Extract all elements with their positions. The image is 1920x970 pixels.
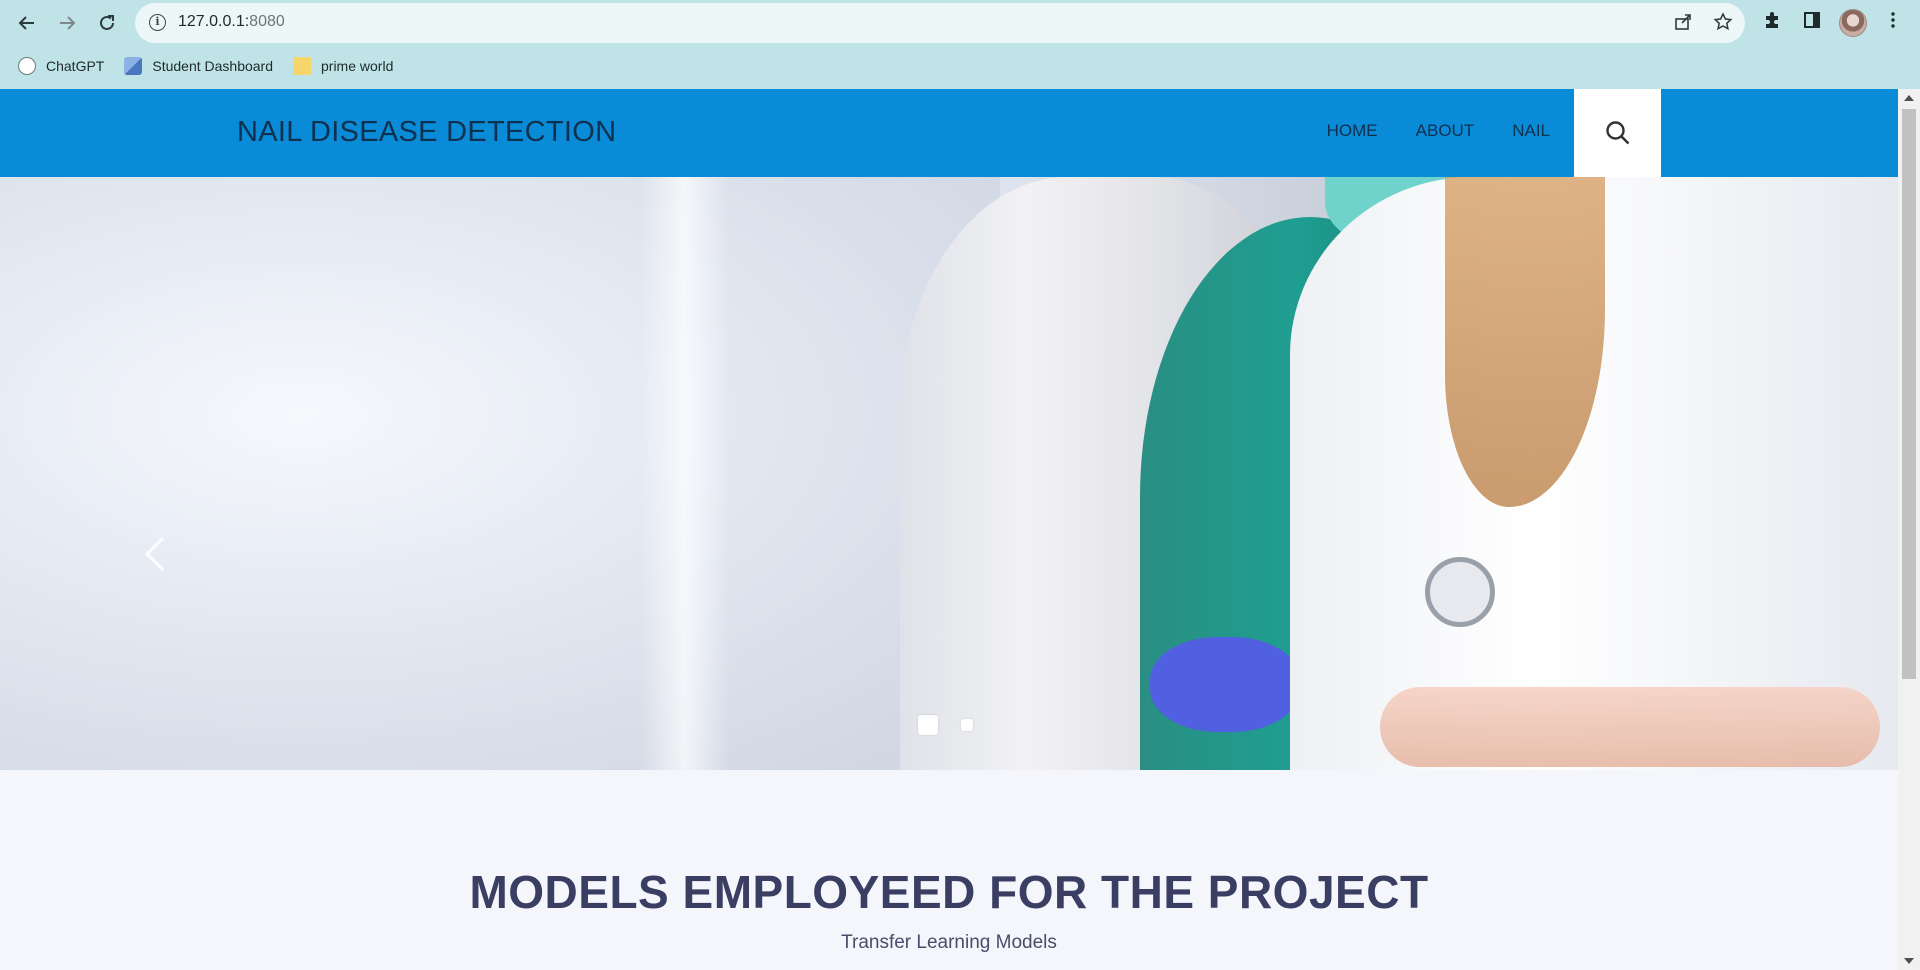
bookmark-label: ChatGPT [46,58,105,74]
site-info-icon[interactable]: i [149,14,166,31]
dashboard-icon [124,57,143,75]
url-host: 127.0.0.1: [178,13,250,30]
site-header: NAIL DISEASE DETECTION HOME ABOUT NAIL [0,89,1898,177]
nav-about[interactable]: ABOUT [1416,121,1475,141]
browser-chrome: i 127.0.0.1:8080 ChatGPT Student Dashboa… [0,0,1920,89]
extensions-icon[interactable] [1759,10,1785,36]
reload-icon[interactable] [93,9,121,37]
browser-toolbar: i 127.0.0.1:8080 [0,0,1920,45]
profile-avatar[interactable] [1839,9,1867,37]
kebab-menu-icon[interactable] [1880,10,1906,36]
bookmark-student-dashboard[interactable]: Student Dashboard [124,57,273,75]
url-port: 8080 [249,13,285,30]
forward-icon[interactable] [53,9,81,37]
site-brand[interactable]: NAIL DISEASE DETECTION [237,116,616,149]
hero-carousel [0,177,1898,770]
bookmarks-bar: ChatGPT Student Dashboard prime world [0,52,413,80]
carousel-indicators [918,715,996,735]
search-icon [1605,121,1629,145]
page-scrollbar[interactable] [1898,89,1920,970]
page-viewport: NAIL DISEASE DETECTION HOME ABOUT NAIL M… [0,89,1898,970]
url-text[interactable]: 127.0.0.1:8080 [178,13,285,31]
nav-nail[interactable]: NAIL [1512,121,1550,141]
section-title: MODELS EMPLOYEED FOR THE PROJECT [469,866,1429,918]
side-panel-icon[interactable] [1799,10,1825,36]
hero-light-streak [640,177,730,770]
carousel-dot-1[interactable] [918,715,938,735]
scroll-up-icon[interactable] [1904,95,1914,101]
bookmark-prime-world[interactable]: prime world [293,57,393,75]
main-menu: HOME ABOUT NAIL [1289,121,1550,141]
chatgpt-icon [18,57,36,75]
hero-stethoscope [1425,557,1495,627]
hero-background [0,177,1000,770]
scroll-down-icon[interactable] [1904,958,1914,964]
carousel-dot-2[interactable] [961,719,973,731]
section-subtitle: Transfer Learning Models [841,932,1057,953]
nav-home[interactable]: HOME [1327,121,1378,141]
bookmark-star-icon[interactable] [1711,12,1735,36]
search-button[interactable] [1574,89,1661,177]
address-bar[interactable]: i 127.0.0.1:8080 [135,3,1745,43]
scrollbar-thumb[interactable] [1902,109,1916,679]
back-icon[interactable] [13,9,41,37]
hero-glove [1150,637,1300,732]
bookmark-label: prime world [321,58,394,74]
bookmark-chatgpt[interactable]: ChatGPT [18,57,104,75]
hero-crossed-arms [1380,687,1880,767]
share-icon[interactable] [1671,12,1695,36]
bookmark-label: Student Dashboard [152,58,273,74]
folder-icon [293,57,311,75]
